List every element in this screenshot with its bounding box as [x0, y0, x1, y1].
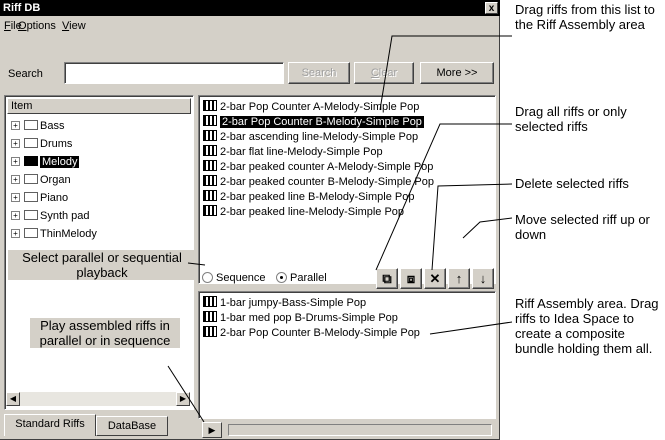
- drag-riffs-leader: [379, 35, 512, 111]
- delete-leader: [431, 183, 513, 271]
- select-mode-leader: [187, 262, 206, 266]
- move-leader: [462, 217, 513, 239]
- play-leader: [167, 365, 205, 423]
- assembly-leader: [429, 321, 513, 335]
- callout-lines: [167, 35, 513, 423]
- drag-all-leader: [375, 123, 512, 271]
